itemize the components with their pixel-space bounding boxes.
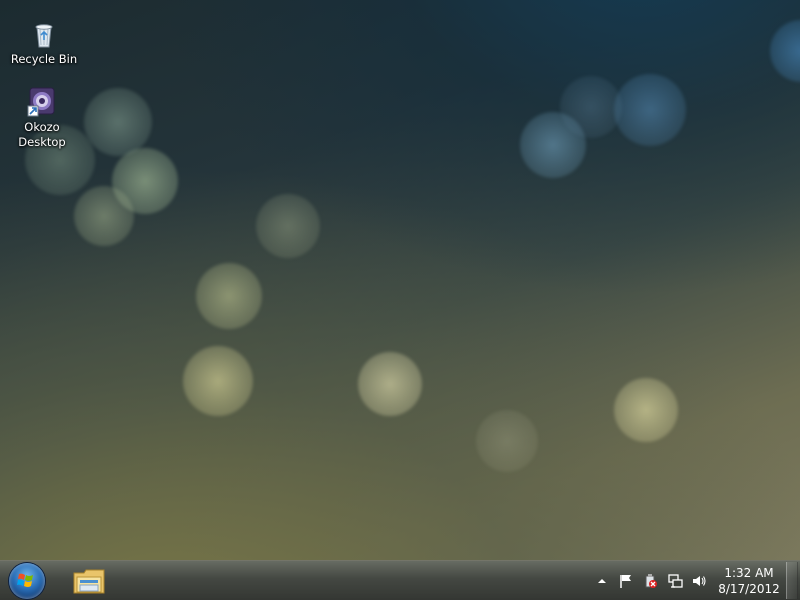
wallpaper-bokeh — [183, 346, 253, 416]
taskbar: 1:32 AM 8/17/2012 — [0, 560, 800, 600]
show-desktop-button[interactable] — [786, 562, 798, 599]
recycle-bin-icon — [28, 18, 60, 50]
clock-date: 8/17/2012 — [718, 582, 780, 596]
wallpaper-bokeh — [770, 20, 800, 82]
windows-explorer-icon — [73, 567, 105, 595]
wallpaper-bokeh — [614, 378, 678, 442]
wallpaper-bokeh — [560, 76, 622, 138]
windows-logo-icon — [9, 563, 45, 599]
volume-icon[interactable] — [689, 571, 709, 591]
safely-remove-hardware-icon[interactable] — [640, 571, 660, 591]
desktop-background[interactable]: Recycle Bin Okozo Desktop — [0, 0, 800, 560]
network-icon[interactable] — [665, 571, 685, 591]
wallpaper-bokeh — [196, 263, 262, 329]
wallpaper-bokeh — [614, 74, 686, 146]
clock-time: 1:32 AM — [724, 566, 774, 580]
desktop-icon-recycle-bin[interactable]: Recycle Bin — [8, 18, 80, 67]
taskbar-windows-explorer-button[interactable] — [60, 562, 118, 600]
start-button[interactable] — [6, 562, 48, 600]
wallpaper-bokeh — [256, 194, 320, 258]
taskbar-clock[interactable]: 1:32 AM 8/17/2012 — [714, 565, 784, 597]
desktop-icon-okozo-desktop[interactable]: Okozo Desktop — [6, 86, 78, 150]
wallpaper-bokeh — [358, 352, 422, 416]
show-hidden-icons-button[interactable] — [592, 571, 612, 591]
wallpaper-bokeh — [476, 410, 538, 472]
action-center-flag-icon[interactable] — [616, 571, 636, 591]
wallpaper-bokeh — [74, 186, 134, 246]
wallpaper-bokeh — [84, 88, 152, 156]
desktop-icon-label: Recycle Bin — [10, 52, 78, 66]
desktop-icon-label: Okozo Desktop — [18, 120, 66, 149]
okozo-desktop-icon — [26, 86, 58, 118]
